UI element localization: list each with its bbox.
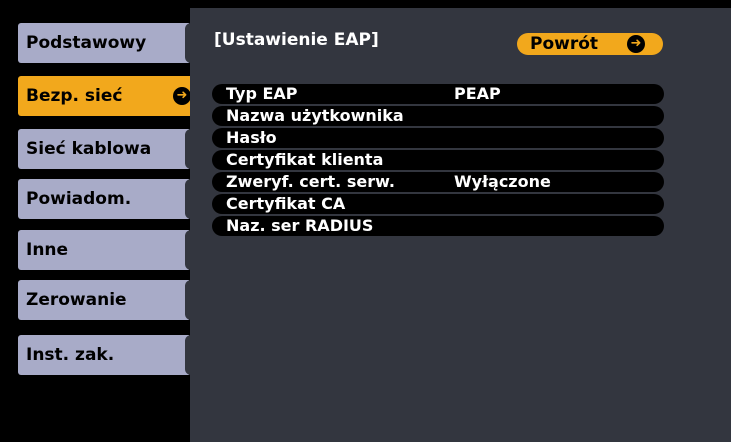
- setting-row-password[interactable]: Hasło: [212, 128, 664, 148]
- sidebar-item-inne[interactable]: Inne: [18, 230, 197, 270]
- back-button[interactable]: Powrót ➜: [517, 33, 663, 55]
- setting-value: PEAP: [454, 84, 501, 103]
- sidebar-item-label: Inst. zak.: [26, 345, 115, 365]
- sidebar-item-zerowanie[interactable]: Zerowanie: [18, 280, 197, 320]
- back-button-label: Powrót: [530, 34, 599, 54]
- sidebar-item-label: Bezp. sieć: [26, 86, 123, 106]
- sidebar-item-label: Podstawowy: [26, 33, 147, 53]
- sidebar-item-podstawowy[interactable]: Podstawowy: [18, 23, 197, 63]
- setting-label: Certyfikat CA: [226, 194, 346, 213]
- setting-label: Nazwa użytkownika: [226, 106, 404, 125]
- enter-icon: ➜: [627, 35, 645, 53]
- setting-row-username[interactable]: Nazwa użytkownika: [212, 106, 664, 126]
- setting-row-radius-server-name[interactable]: Naz. ser RADIUS: [212, 216, 664, 236]
- setting-label: Certyfikat klienta: [226, 150, 384, 169]
- setting-row-verify-server-cert[interactable]: Zweryf. cert. serw. Wyłączone: [212, 172, 664, 192]
- sidebar-item-inst-zak[interactable]: Inst. zak.: [18, 335, 197, 375]
- setting-label: Typ EAP: [226, 84, 298, 103]
- sidebar-item-label: Inne: [26, 240, 69, 260]
- enter-icon: ➜: [173, 87, 191, 105]
- setting-value: Wyłączone: [454, 172, 551, 191]
- sidebar-item-siec-kablowa[interactable]: Sieć kablowa: [18, 129, 197, 169]
- setting-label: Hasło: [226, 128, 277, 147]
- sidebar-background: [0, 0, 200, 442]
- setting-row-ca-certificate[interactable]: Certyfikat CA: [212, 194, 664, 214]
- sidebar-item-label: Powiadom.: [26, 189, 132, 209]
- settings-list: Typ EAP PEAP Nazwa użytkownika Hasło Cer…: [212, 84, 664, 238]
- setting-row-eap-type[interactable]: Typ EAP PEAP: [212, 84, 664, 104]
- sidebar-item-label: Sieć kablowa: [26, 139, 152, 159]
- page-title: [Ustawienie EAP]: [214, 30, 379, 50]
- setting-label: Zweryf. cert. serw.: [226, 172, 395, 191]
- setting-row-client-certificate[interactable]: Certyfikat klienta: [212, 150, 664, 170]
- sidebar-item-label: Zerowanie: [26, 290, 127, 310]
- sidebar-item-powiadom[interactable]: Powiadom.: [18, 179, 197, 219]
- setting-label: Naz. ser RADIUS: [226, 216, 374, 235]
- sidebar-item-bezp-siec[interactable]: Bezp. sieć ➜: [18, 76, 203, 116]
